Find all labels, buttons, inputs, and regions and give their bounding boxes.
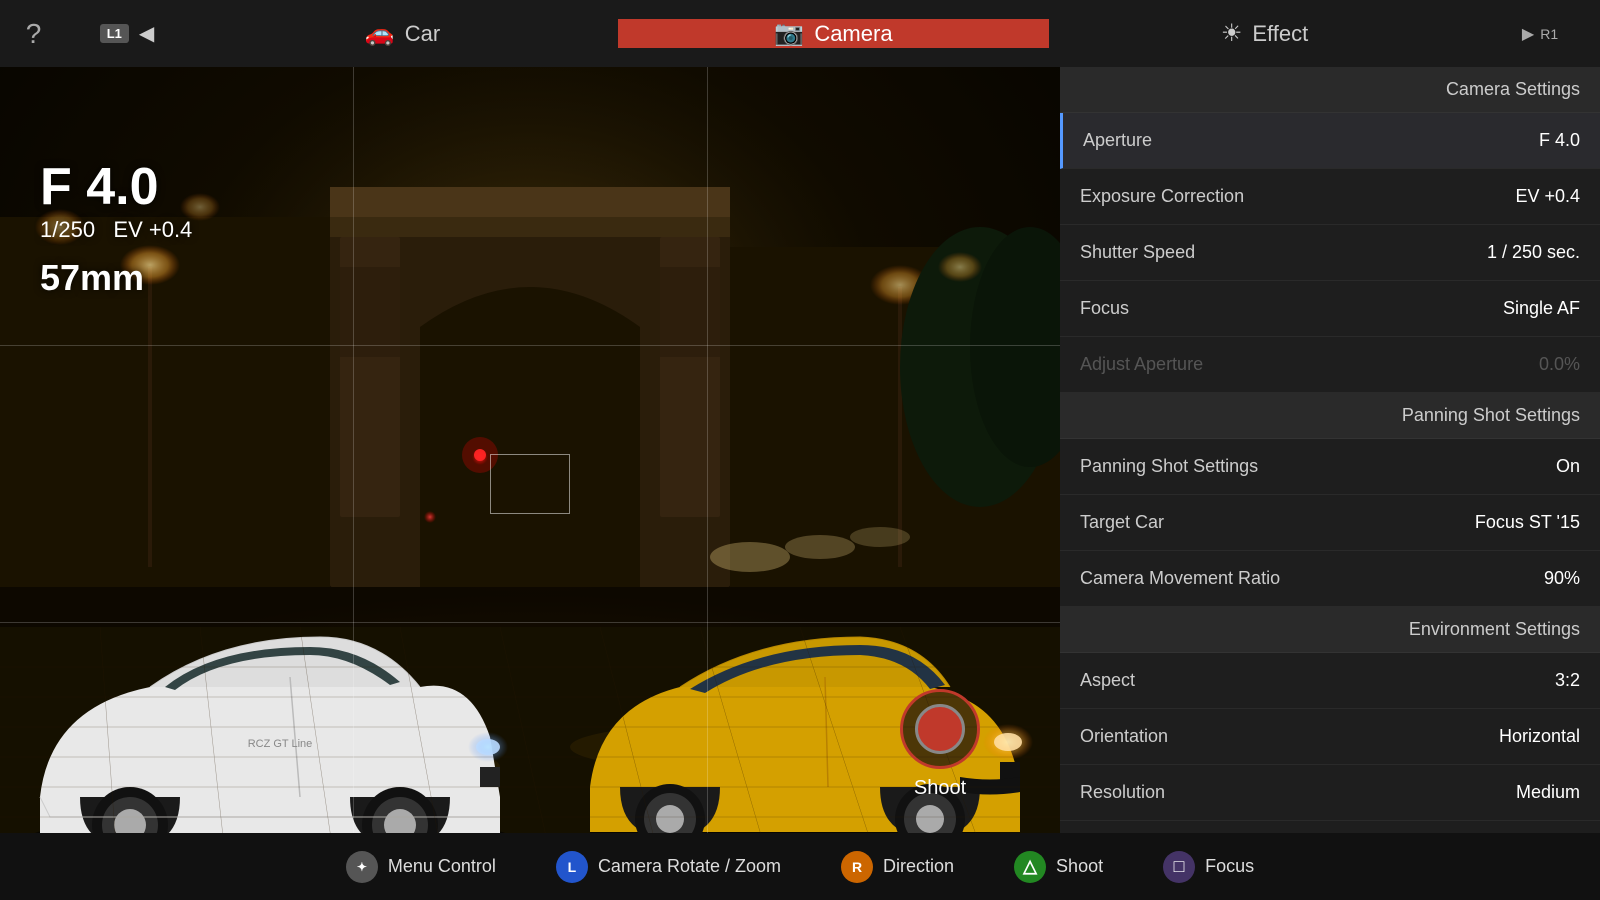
bottom-shoot: △ Shoot [1014, 851, 1103, 883]
shoot-circle[interactable] [900, 689, 980, 769]
focus-bottom-label: Focus [1205, 856, 1254, 877]
row-adjust-aperture[interactable]: Adjust Aperture 0.0% [1060, 337, 1600, 393]
target-car-label: Target Car [1080, 512, 1164, 533]
shoot-inner[interactable] [915, 704, 965, 754]
panning-enabled-label: Panning Shot Settings [1080, 456, 1258, 477]
movement-ratio-label: Camera Movement Ratio [1080, 568, 1280, 589]
effect-icon: ☀ [1221, 19, 1243, 48]
row-aperture[interactable]: Aperture F 4.0 [1060, 113, 1600, 169]
r1-indicator[interactable]: ▶ R1 [1480, 24, 1600, 44]
square-button-icon: □ [1163, 851, 1195, 883]
shutter-label: Shutter Speed [1080, 242, 1195, 263]
r-button-icon: R [841, 851, 873, 883]
tab-car-label: Car [405, 21, 440, 47]
hud-shutter: 1/250 [40, 217, 95, 242]
shoot-button-area[interactable]: Shoot [900, 689, 980, 800]
bottom-focus: □ Focus [1163, 851, 1254, 883]
l1-badge: L1 [100, 24, 129, 43]
row-aspect[interactable]: Aspect 3:2 [1060, 653, 1600, 709]
help-button[interactable]: ? [0, 0, 67, 67]
tab-l1[interactable]: L1 ◀ [67, 21, 187, 46]
focus-label: Focus [1080, 298, 1129, 319]
help-icon: ? [26, 18, 42, 50]
l-button-icon: L [556, 851, 588, 883]
shoot-label: Shoot [914, 777, 966, 800]
exposure-value: EV +0.4 [1515, 186, 1580, 207]
panning-settings-header: Panning Shot Settings [1060, 393, 1600, 439]
row-orientation[interactable]: Orientation Horizontal [1060, 709, 1600, 765]
main-content: RCZ GT Line [0, 67, 1600, 900]
menu-control-label: Menu Control [388, 856, 496, 877]
bottom-direction: R Direction [841, 851, 954, 883]
tab-camera[interactable]: 📷 Camera [618, 19, 1049, 48]
environment-settings-header: Environment Settings [1060, 607, 1600, 653]
hud-exposure: 1/250 EV +0.4 [40, 217, 192, 243]
dpad-icon: ✦ [346, 851, 378, 883]
adjust-aperture-label: Adjust Aperture [1080, 354, 1203, 375]
exposure-label: Exposure Correction [1080, 186, 1244, 207]
orientation-value: Horizontal [1499, 726, 1580, 747]
aperture-label: Aperture [1083, 130, 1152, 151]
camera-settings-title: Camera Settings [1446, 79, 1580, 99]
l1-arrow: ◀ [139, 21, 154, 46]
row-shutter[interactable]: Shutter Speed 1 / 250 sec. [1060, 225, 1600, 281]
settings-panel: Camera Settings Aperture F 4.0 Exposure … [1060, 67, 1600, 900]
shutter-value: 1 / 250 sec. [1487, 242, 1580, 263]
row-movement-ratio[interactable]: Camera Movement Ratio 90% [1060, 551, 1600, 607]
shoot-bottom-label: Shoot [1056, 856, 1103, 877]
tab-effect-label: Effect [1252, 21, 1308, 47]
r1-badge: R1 [1540, 26, 1558, 42]
tab-effect[interactable]: ☀ Effect [1049, 19, 1480, 48]
environment-settings-title: Environment Settings [1409, 619, 1580, 639]
panning-enabled-value: On [1556, 456, 1580, 477]
aspect-label: Aspect [1080, 670, 1135, 691]
viewport: RCZ GT Line [0, 67, 1060, 900]
bottom-camera-rotate: L Camera Rotate / Zoom [556, 851, 781, 883]
bottom-bar: ✦ Menu Control L Camera Rotate / Zoom R … [0, 833, 1600, 900]
top-navigation: ? L1 ◀ 🚗 Car 📷 Camera ☀ Effect ▶ R1 [0, 0, 1600, 67]
camera-settings-header: Camera Settings [1060, 67, 1600, 113]
camera-icon: 📷 [774, 19, 804, 48]
row-panning-enabled[interactable]: Panning Shot Settings On [1060, 439, 1600, 495]
car-icon: 🚗 [365, 19, 395, 48]
aspect-value: 3:2 [1555, 670, 1580, 691]
bottom-menu-control: ✦ Menu Control [346, 851, 496, 883]
row-exposure[interactable]: Exposure Correction EV +0.4 [1060, 169, 1600, 225]
play-icon: ▶ [1522, 24, 1534, 44]
target-car-value: Focus ST '15 [1475, 512, 1580, 533]
row-focus[interactable]: Focus Single AF [1060, 281, 1600, 337]
hud-ev: EV +0.4 [113, 217, 192, 242]
panning-settings-title: Panning Shot Settings [1402, 405, 1580, 425]
triangle-button-icon: △ [1014, 851, 1046, 883]
hud-focal: 57mm [40, 257, 144, 299]
tab-camera-label: Camera [814, 21, 892, 47]
aperture-value: F 4.0 [1539, 130, 1580, 151]
hud-aperture: F 4.0 [40, 157, 159, 217]
camera-rotate-label: Camera Rotate / Zoom [598, 856, 781, 877]
direction-label: Direction [883, 856, 954, 877]
movement-ratio-value: 90% [1544, 568, 1580, 589]
svg-text:RCZ GT Line: RCZ GT Line [248, 738, 313, 750]
focus-value: Single AF [1503, 298, 1580, 319]
orientation-label: Orientation [1080, 726, 1168, 747]
row-target-car[interactable]: Target Car Focus ST '15 [1060, 495, 1600, 551]
resolution-label: Resolution [1080, 782, 1165, 803]
resolution-value: Medium [1516, 782, 1580, 803]
tab-car[interactable]: 🚗 Car [187, 19, 618, 48]
row-resolution[interactable]: Resolution Medium [1060, 765, 1600, 821]
adjust-aperture-value: 0.0% [1539, 354, 1580, 375]
